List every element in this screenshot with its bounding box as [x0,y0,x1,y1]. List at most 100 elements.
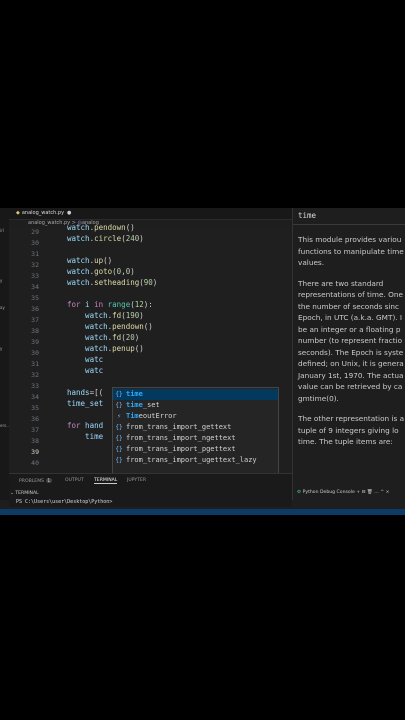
code-line[interactable]: watch.goto(0,0) [67,266,135,277]
code-token: fd [112,311,122,320]
line-number: 38 [31,437,39,445]
chevron-down-icon[interactable]: ⌄ [10,491,14,496]
line-number: 29 [31,228,39,236]
code-line[interactable]: watch.circle(240) [67,233,144,244]
code-token: () [125,223,135,232]
line-number: 31 [31,360,39,368]
code-line[interactable]: watc [67,354,103,365]
line-number: 36 [31,305,39,313]
code-line[interactable]: watc [67,365,103,376]
tab-output[interactable]: OUTPUT [65,478,84,483]
module-icon: {} [115,446,123,453]
status-bar [0,509,405,515]
code-editor[interactable]: 29 30 31 32 33 34 35 36 37 38 39 30 31 32 33 34 35 36 37 38… [9,223,292,488]
line-number: 36 [31,415,39,423]
sidebar-text-3[interactable]: ay [0,305,5,310]
suggestion-item[interactable]: {} time_set [113,400,278,411]
suggestion-rest: from_trans_import_pgettext [126,445,236,453]
doc-text-line: value can be retrieved by ca [298,382,403,391]
code-token: setheading [94,278,140,287]
module-icon: {} [115,435,123,442]
line-number: 32 [31,261,39,269]
code-token: fd [112,333,122,342]
problems-count-badge: 1 [45,478,53,483]
sidebar-text-1[interactable]: irl [0,228,4,233]
maximize-panel-icon[interactable]: ^ [380,490,384,495]
code-line[interactable]: for hand [67,420,103,431]
code-line[interactable]: for i in range(12): [67,299,153,310]
code-token: for [67,421,81,430]
unsaved-dot-icon[interactable]: ● [67,210,71,216]
code-token: watch [67,311,108,320]
suggestion-match: time [126,401,143,409]
terminal-profile-label[interactable]: Python Debug Console [303,490,355,495]
close-panel-icon[interactable]: × [386,490,390,495]
code-line[interactable]: watch.penup() [67,343,144,354]
kill-terminal-icon[interactable]: 🗑 [367,490,373,495]
terminal-header: ⌄ TERMINAL [10,491,39,496]
code-line[interactable]: time [67,431,103,442]
add-terminal-icon[interactable]: + [356,490,360,495]
tab-problems[interactable]: PROBLEMS 1 [19,478,53,484]
code-line[interactable]: watch.up() [67,255,112,266]
suggestion-item[interactable]: {} from_trans_import_pgettext [113,444,278,455]
code-token: goto [94,267,113,276]
code-token: hand [80,421,104,430]
tab-jupyter[interactable]: JUPYTER [127,478,146,483]
breadcrumb-file[interactable]: analog_watch.py [28,220,70,226]
suggestion-match: Tim [126,412,139,420]
code-line[interactable]: watch.pendown() [67,321,153,332]
suggestion-item[interactable]: {} time [113,389,278,400]
suggestion-item[interactable]: {} from_trans_import_ugettext_lazy [113,455,278,466]
debug-console-icon[interactable]: ⚙ [297,490,301,495]
code-token: watch [67,333,108,342]
code-token: watch [67,278,90,287]
line-number: 34 [31,393,39,401]
module-icon: {} [115,391,123,398]
code-line[interactable]: watch.setheading(90) [67,277,157,288]
code-line[interactable]: watch.pendown() [67,222,135,233]
suggestion-item[interactable]: {} from_trans_import_gettext [113,422,278,433]
code-line[interactable]: watch.fd(190) [67,310,144,321]
suggestion-item[interactable]: {} from_trans_import_ngettext [113,433,278,444]
documentation-panel: time This module provides variou function… [292,208,405,500]
code-token: watch [67,267,90,276]
code-token: pendown [94,223,126,232]
terminal-title: TERMINAL [15,491,39,496]
line-number: 34 [31,283,39,291]
terminal-prompt[interactable]: PS C:\Users\user\Desktop\Python> [16,499,112,505]
code-token: penup [112,344,135,353]
line-number: 37 [31,426,39,434]
line-number: 35 [31,294,39,302]
sidebar-text-4[interactable]: y [0,346,2,351]
code-token: watch [67,234,90,243]
doc-text-line: Epoch, in UTC (a.k.a. GMT). I [298,313,403,322]
code-line[interactable]: hands=[( [67,387,103,398]
doc-title: time [298,211,317,220]
doc-text-line: This module provides variou [298,235,402,244]
doc-text-line: values. [298,258,325,267]
line-number: 30 [31,239,39,247]
code-token: pendown [112,322,144,331]
doc-text-line: time. The tuple items are: [298,437,393,446]
code-token: i [80,300,95,309]
split-terminal-icon[interactable]: ⊟ [362,490,366,495]
code-token: 240 [125,234,140,243]
more-icon[interactable]: … [374,490,379,495]
code-token: () [134,344,144,353]
code-line[interactable]: watch.fd(20) [67,332,139,343]
tab-terminal[interactable]: TERMINAL [94,478,118,484]
code-token: ) [130,267,135,276]
code-token: ) [134,333,140,342]
code-token: ) [139,234,144,243]
doc-text-line: tuple of 9 integers giving lo [298,425,399,435]
editor-tab[interactable]: ◆ analog_watch.py ● [16,208,71,219]
doc-text-line: The other representation is a [298,414,405,423]
line-number: 33 [31,382,39,390]
doc-text-line: representations of time. One [298,290,403,299]
suggestion-item[interactable]: ⚡ TimeoutError [113,411,278,422]
doc-text-line: number (to represent fractio [298,336,403,345]
code-line[interactable]: time_set [67,398,103,409]
sidebar-text-2[interactable]: y [0,278,2,283]
doc-text-line: gmtime(0). [298,393,339,403]
